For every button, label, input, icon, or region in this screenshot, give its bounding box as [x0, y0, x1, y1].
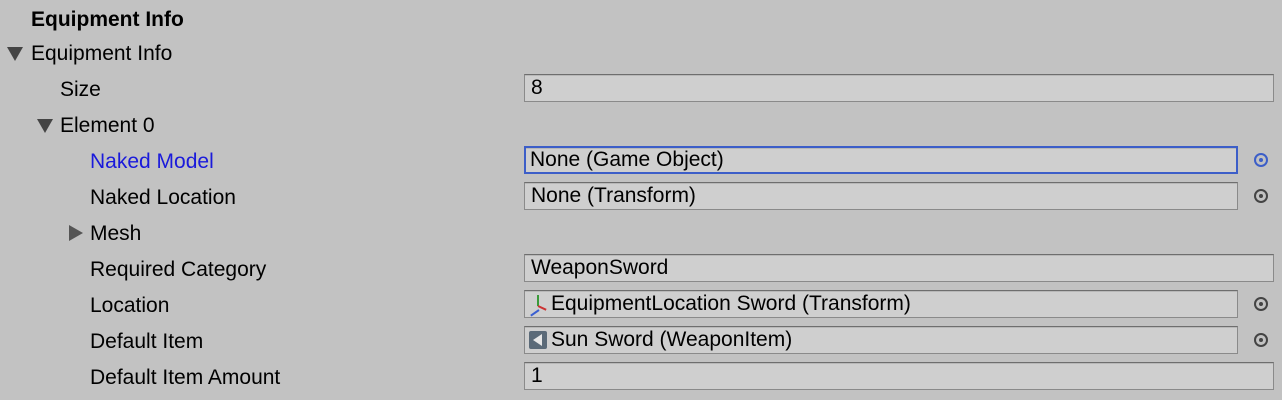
naked-location-object-field[interactable]: None (Transform) [524, 182, 1238, 210]
default-item-label: Default Item [90, 330, 204, 353]
required-category-input[interactable]: WeaponSword [524, 254, 1274, 282]
naked-location-picker-icon[interactable] [1254, 189, 1268, 203]
size-label: Size [60, 78, 101, 101]
naked-location-row: Naked Location None (Transform) [0, 180, 1282, 216]
default-item-object-field[interactable]: Sun Sword (WeaponItem) [524, 326, 1238, 354]
default-item-amount-row: Default Item Amount 1 [0, 360, 1282, 396]
naked-model-object-field[interactable]: None (Game Object) [524, 146, 1238, 174]
default-item-row: Default Item Sun Sword (WeaponItem) [0, 324, 1282, 360]
naked-model-picker-icon[interactable] [1254, 153, 1268, 167]
location-label: Location [90, 294, 170, 317]
mesh-foldout[interactable]: Mesh [0, 216, 1282, 252]
element-expanded-icon[interactable] [37, 119, 53, 133]
size-input[interactable]: 8 [524, 74, 1274, 102]
required-category-label: Required Category [90, 258, 267, 281]
element-0-label: Element 0 [60, 114, 155, 137]
transform-gizmo-icon [529, 295, 547, 317]
default-item-amount-label: Default Item Amount [90, 366, 281, 389]
default-item-amount-input[interactable]: 1 [524, 362, 1274, 390]
foldout-expanded-icon[interactable] [7, 47, 23, 61]
size-row: Size 8 [0, 72, 1282, 108]
mesh-label: Mesh [90, 222, 142, 245]
section-header-title: Equipment Info [31, 8, 184, 31]
default-item-value: Sun Sword (WeaponItem) [551, 328, 793, 351]
scriptable-object-icon [529, 331, 547, 349]
location-object-field[interactable]: EquipmentLocation Sword (Transform) [524, 290, 1238, 318]
location-row: Location EquipmentLocation Sword (Transf… [0, 288, 1282, 324]
element-0-foldout[interactable]: Element 0 [0, 108, 1282, 144]
location-value: EquipmentLocation Sword (Transform) [551, 292, 911, 315]
equipment-info-label: Equipment Info [31, 42, 173, 65]
naked-model-label: Naked Model [90, 150, 214, 173]
section-header: Equipment Info [0, 2, 1282, 38]
equipment-info-foldout[interactable]: Equipment Info [0, 36, 1282, 72]
required-category-row: Required Category WeaponSword [0, 252, 1282, 288]
location-picker-icon[interactable] [1254, 297, 1268, 311]
foldout-collapsed-icon[interactable] [69, 225, 83, 241]
naked-location-label: Naked Location [90, 186, 236, 209]
default-item-picker-icon[interactable] [1254, 333, 1268, 347]
naked-model-row: Naked Model None (Game Object) [0, 144, 1282, 180]
